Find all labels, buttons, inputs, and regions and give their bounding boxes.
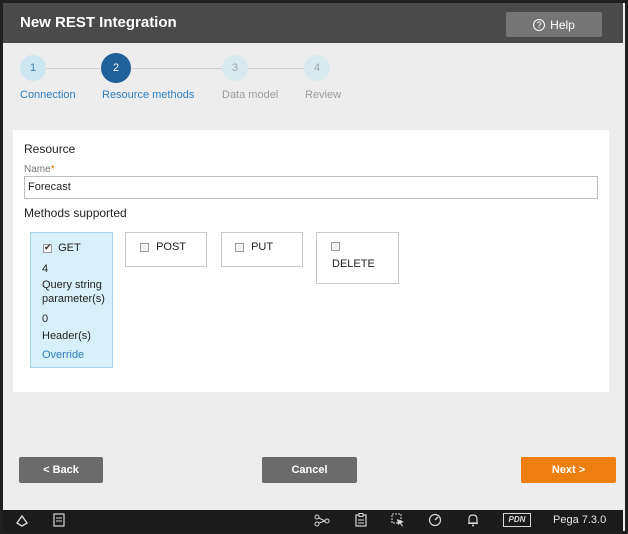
help-circle-icon: ? [533,18,546,31]
help-label: Help [550,17,575,32]
clipboard-list-icon[interactable] [51,513,67,528]
put-checkbox[interactable] [235,242,244,252]
method-card-delete[interactable]: DELETE [316,232,399,284]
step-number: 4 [304,55,330,81]
method-card-put[interactable]: PUT [221,232,303,267]
methods-supported-title: Methods supported [24,206,127,220]
step-label: Connection [20,89,76,101]
performance-icon[interactable] [427,513,443,528]
back-button[interactable]: < Back [19,457,103,483]
delete-label: DELETE [332,258,375,270]
clipboard-icon[interactable] [353,513,369,528]
step-connector [131,68,223,69]
get-header-label: Header(s) [42,330,91,342]
status-taskbar: PDN Pega 7.3.0 [3,510,623,531]
step-number: 3 [222,55,248,81]
step-connector [247,68,305,69]
override-link[interactable]: Override [42,349,84,361]
step-label: Review [305,89,342,101]
pdn-logo[interactable]: PDN [503,513,531,527]
required-mark: * [50,164,55,175]
method-card-post[interactable]: POST [125,232,207,267]
connections-icon[interactable] [314,513,330,528]
resource-panel: Resource Name* Forecast Methods supporte… [13,130,609,392]
modal-title: New REST Integration [20,14,177,31]
resource-section-title: Resource [24,142,76,156]
name-input[interactable]: Forecast [24,176,598,199]
get-checkbox[interactable] [43,242,52,253]
step-number: 1 [20,55,46,81]
notification-bell-icon[interactable] [465,513,481,528]
step-number: 2 [101,53,131,83]
next-button[interactable]: Next > [521,457,616,483]
step-label: Resource methods [102,89,195,101]
get-header-count: 0 [42,313,49,325]
step-label: Data model [222,89,279,101]
get-query-label: Query string parameter(s) [42,279,105,305]
post-label: POST [156,241,187,253]
delete-checkbox[interactable] [331,241,340,251]
designer-studio-icon[interactable] [14,513,30,528]
cancel-button[interactable]: Cancel [262,457,357,483]
method-card-get[interactable]: GET 4 Query string parameter(s) 0 Header… [30,232,113,368]
pointer-icon[interactable] [390,513,406,528]
get-label: GET [58,242,81,254]
get-query-count: 4 [42,263,49,275]
help-button[interactable]: ? Help [506,12,602,37]
name-field-label: Name* [24,164,55,175]
name-label-text: Name [24,164,51,175]
wizard-stepper: 1 Connection 2 Resource methods 3 Data m… [3,43,623,125]
put-label: PUT [251,241,274,253]
modal-header: New REST Integration ? Help [3,3,623,43]
pega-version: Pega 7.3.0 [553,514,607,526]
post-checkbox[interactable] [140,242,149,252]
